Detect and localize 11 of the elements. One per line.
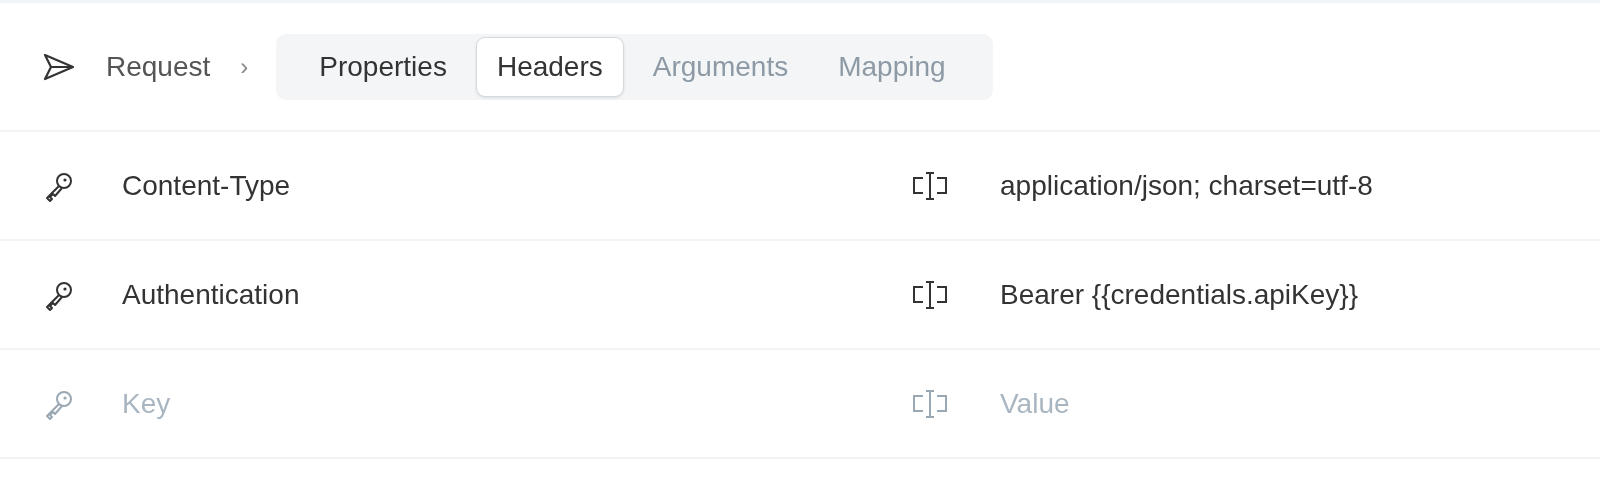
key-input[interactable]: Content-Type [122, 169, 722, 202]
breadcrumb-label[interactable]: Request [106, 50, 211, 83]
tab[interactable]: Headers [475, 36, 624, 97]
value-input[interactable]: Bearer {{credentials.apiKey}} [1000, 278, 1600, 311]
value-input[interactable]: Value [1000, 387, 1600, 420]
tab[interactable]: Properties [298, 36, 468, 97]
breadcrumb-separator: › [240, 52, 249, 81]
key-input[interactable]: Authentication [122, 278, 722, 311]
send-icon [42, 51, 76, 82]
value-input[interactable]: application/json; charset=utf-8 [1000, 169, 1600, 202]
key-input[interactable]: Key [122, 387, 722, 420]
